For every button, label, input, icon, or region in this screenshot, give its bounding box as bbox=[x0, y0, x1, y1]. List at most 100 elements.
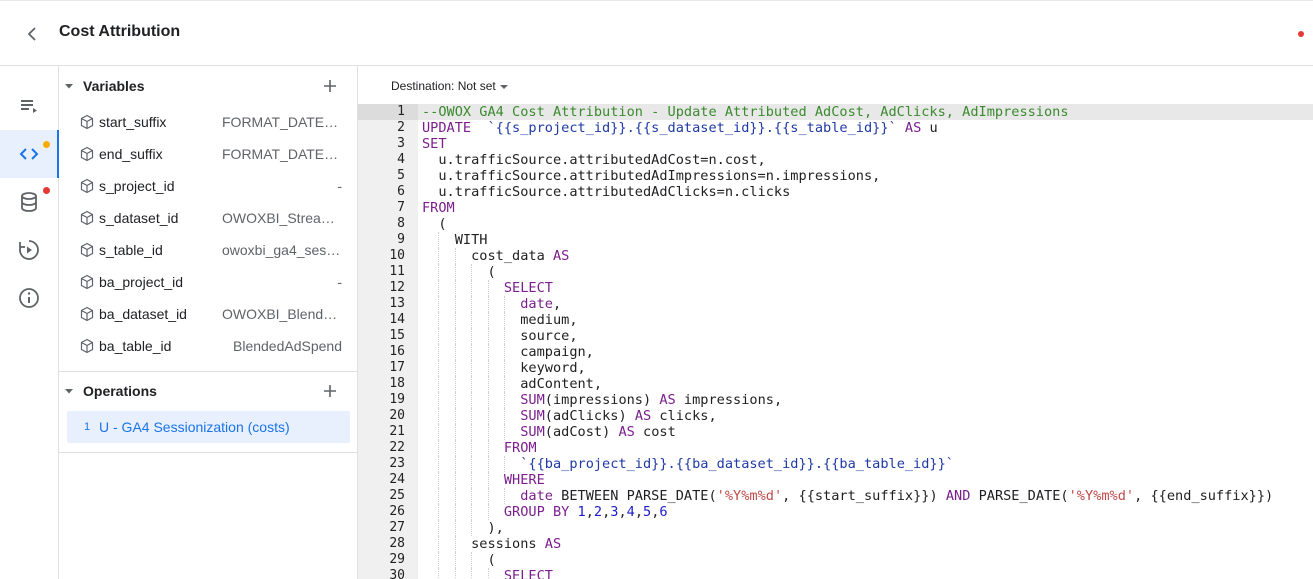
indent-guide bbox=[504, 328, 505, 344]
indent-guide bbox=[454, 280, 456, 296]
indent-guide bbox=[504, 408, 505, 424]
destination-dropdown[interactable]: Destination: Not set bbox=[391, 79, 508, 93]
rail-item-runs[interactable] bbox=[0, 226, 58, 274]
code-line: sessions AS bbox=[422, 536, 562, 552]
indent-guide bbox=[504, 392, 505, 408]
variable-row[interactable]: ba_table_id BlendedAdSpend bbox=[59, 330, 357, 362]
page-title: Cost Attribution bbox=[59, 23, 181, 40]
indent-guide bbox=[471, 376, 473, 392]
indent-guide bbox=[454, 536, 456, 552]
line-number: 11 bbox=[389, 264, 405, 279]
variable-cube-icon bbox=[80, 114, 94, 130]
code-line: UPDATE `{{s_project_id}}.{{s_dataset_id}… bbox=[422, 120, 938, 136]
indent-guide bbox=[438, 440, 440, 456]
indent-guide bbox=[487, 296, 489, 312]
indent-guide bbox=[504, 360, 505, 376]
indent-guide bbox=[471, 408, 473, 424]
indent-guide bbox=[438, 328, 440, 344]
line-number: 14 bbox=[389, 312, 405, 327]
code-line: date, bbox=[520, 296, 562, 312]
variable-row[interactable]: s_project_id - bbox=[59, 170, 357, 202]
indent-guide bbox=[487, 328, 489, 344]
variable-value: OWOXBI_Streami… bbox=[222, 210, 342, 226]
indent-guide bbox=[438, 344, 440, 360]
indent-guide bbox=[454, 472, 456, 488]
code-area[interactable]: --OWOX GA4 Cost Attribution - Update Att… bbox=[418, 104, 1313, 579]
add-operation-button[interactable] bbox=[321, 382, 339, 400]
active-line-number-highlight bbox=[358, 104, 418, 120]
indent-guide bbox=[438, 312, 440, 328]
variable-cube-icon bbox=[80, 146, 94, 162]
section-divider bbox=[59, 452, 357, 453]
variable-cube-icon bbox=[80, 338, 94, 354]
variable-value: owoxbi_ga4_sess… bbox=[222, 242, 342, 258]
indent-guide bbox=[438, 280, 440, 296]
variable-value: BlendedAdSpend bbox=[233, 338, 342, 354]
indent-guide bbox=[438, 568, 440, 579]
dropdown-arrow-icon bbox=[499, 84, 508, 89]
unsaved-indicator-dot bbox=[1298, 31, 1304, 37]
indent-guide bbox=[471, 440, 473, 456]
indent-guide bbox=[454, 408, 456, 424]
variables-section-header[interactable]: Variables bbox=[59, 66, 357, 106]
caret-down-icon bbox=[65, 389, 73, 394]
indent-guide bbox=[487, 568, 489, 579]
code-line: adContent, bbox=[422, 376, 603, 392]
indent-guide bbox=[454, 264, 456, 280]
indent-guide bbox=[487, 280, 489, 296]
queue-list-icon bbox=[21, 100, 37, 113]
variable-row[interactable]: ba_project_id - bbox=[59, 266, 357, 298]
code-line: cost_data AS bbox=[422, 248, 570, 264]
rail-item-queue[interactable] bbox=[0, 82, 58, 130]
variable-cube-icon bbox=[80, 274, 94, 290]
code-line: --OWOX GA4 Cost Attribution - Update Att… bbox=[422, 104, 1069, 120]
code-line: u.trafficSource.attributedAdCost=n.cost, bbox=[422, 152, 766, 168]
variable-cube-icon bbox=[80, 178, 94, 194]
line-number: 5 bbox=[397, 168, 405, 183]
back-button[interactable] bbox=[18, 20, 46, 48]
variable-row[interactable]: s_table_id owoxbi_ga4_sess… bbox=[59, 234, 357, 266]
indent-guide bbox=[487, 360, 489, 376]
indent-guide bbox=[438, 264, 440, 280]
rail-item-info[interactable] bbox=[0, 274, 58, 322]
variable-row[interactable]: ba_dataset_id OWOXBI_Blended… bbox=[59, 298, 357, 330]
add-variable-button[interactable] bbox=[321, 77, 339, 95]
variable-value: - bbox=[337, 274, 342, 290]
indent-guide bbox=[454, 552, 456, 568]
variable-row[interactable]: start_suffix FORMAT_DATE('… bbox=[59, 106, 357, 138]
variable-name: s_table_id bbox=[99, 242, 163, 258]
indent-guide bbox=[487, 440, 489, 456]
rail-item-code[interactable] bbox=[0, 130, 59, 178]
indent-guide bbox=[454, 344, 456, 360]
indent-guide bbox=[438, 536, 440, 552]
indent-guide bbox=[454, 488, 456, 504]
info-icon bbox=[19, 288, 39, 308]
indent-guide bbox=[504, 456, 505, 472]
indent-guide bbox=[487, 472, 489, 488]
line-number: 2 bbox=[397, 120, 405, 135]
code-line: FROM bbox=[422, 200, 455, 216]
code-line: SUM(adCost) AS cost bbox=[520, 424, 676, 440]
variable-row[interactable]: end_suffix FORMAT_DATE('… bbox=[59, 138, 357, 170]
operation-item[interactable]: 1 U - GA4 Sessionization (costs) bbox=[67, 411, 350, 443]
sql-editor[interactable]: 1 2 3 4 5 6 7 8 9 10 11 12 13 14 15 16 17 18 19 20 21 22 23 24 2… bbox=[358, 104, 1313, 579]
code-icon bbox=[19, 148, 39, 160]
line-number: 28 bbox=[389, 536, 405, 551]
code-line: date BETWEEN PARSE_DATE('%Y%m%d', {{star… bbox=[520, 488, 1274, 504]
operation-name: U - GA4 Sessionization (costs) bbox=[99, 419, 290, 435]
operations-section-header[interactable]: Operations bbox=[59, 371, 357, 411]
line-number: 23 bbox=[389, 456, 405, 471]
line-number: 1 bbox=[397, 104, 405, 119]
indent-guide bbox=[504, 488, 505, 504]
database-icon bbox=[21, 192, 37, 212]
side-panel: Variables start_suffix FORMAT_DATE('… en… bbox=[59, 66, 358, 579]
rail-item-database[interactable] bbox=[0, 178, 58, 226]
indent-guide bbox=[471, 552, 473, 568]
indent-guide bbox=[471, 520, 473, 536]
variable-row[interactable]: s_dataset_id OWOXBI_Streami… bbox=[59, 202, 357, 234]
line-number: 30 bbox=[389, 568, 405, 579]
indent-guide bbox=[454, 392, 456, 408]
indent-guide bbox=[471, 296, 473, 312]
indent-guide bbox=[454, 376, 456, 392]
line-number: 27 bbox=[389, 520, 405, 535]
